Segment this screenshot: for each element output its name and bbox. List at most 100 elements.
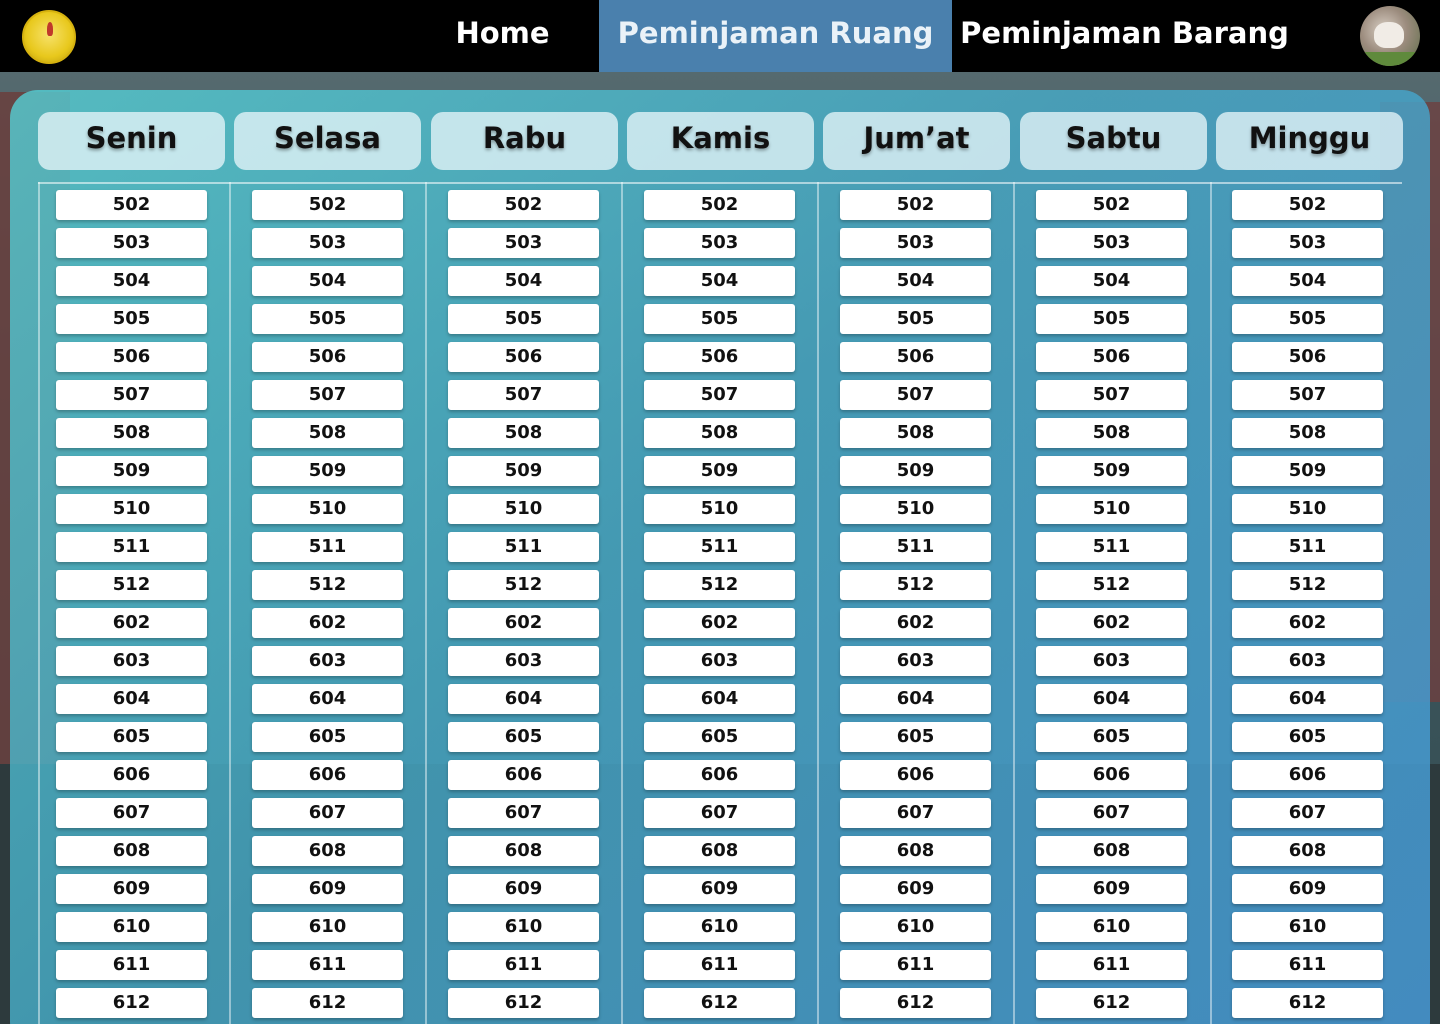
room-button[interactable]: 508: [448, 418, 599, 448]
room-button[interactable]: 612: [56, 988, 207, 1018]
room-button[interactable]: 509: [644, 456, 795, 486]
room-button[interactable]: 611: [840, 950, 991, 980]
room-button[interactable]: 508: [644, 418, 795, 448]
room-button[interactable]: 610: [644, 912, 795, 942]
room-button[interactable]: 603: [840, 646, 991, 676]
room-button[interactable]: 602: [448, 608, 599, 638]
room-button[interactable]: 608: [840, 836, 991, 866]
room-button[interactable]: 610: [840, 912, 991, 942]
room-button[interactable]: 507: [1232, 380, 1383, 410]
nav-peminjaman-barang[interactable]: Peminjaman Barang: [952, 0, 1297, 72]
room-button[interactable]: 502: [644, 190, 795, 220]
room-button[interactable]: 604: [56, 684, 207, 714]
room-button[interactable]: 609: [56, 874, 207, 904]
room-button[interactable]: 608: [644, 836, 795, 866]
room-button[interactable]: 610: [56, 912, 207, 942]
room-button[interactable]: 504: [252, 266, 403, 296]
room-button[interactable]: 602: [1232, 608, 1383, 638]
room-button[interactable]: 511: [1232, 532, 1383, 562]
room-button[interactable]: 609: [1232, 874, 1383, 904]
room-button[interactable]: 609: [1036, 874, 1187, 904]
room-button[interactable]: 610: [448, 912, 599, 942]
room-button[interactable]: 511: [840, 532, 991, 562]
room-button[interactable]: 512: [448, 570, 599, 600]
room-button[interactable]: 509: [252, 456, 403, 486]
room-button[interactable]: 611: [448, 950, 599, 980]
room-button[interactable]: 508: [56, 418, 207, 448]
room-button[interactable]: 511: [644, 532, 795, 562]
room-button[interactable]: 510: [840, 494, 991, 524]
room-button[interactable]: 503: [840, 228, 991, 258]
room-button[interactable]: 507: [252, 380, 403, 410]
room-button[interactable]: 508: [1036, 418, 1187, 448]
room-button[interactable]: 507: [56, 380, 207, 410]
room-button[interactable]: 609: [252, 874, 403, 904]
room-button[interactable]: 509: [840, 456, 991, 486]
room-button[interactable]: 609: [448, 874, 599, 904]
room-button[interactable]: 605: [1232, 722, 1383, 752]
room-button[interactable]: 510: [56, 494, 207, 524]
room-button[interactable]: 608: [1036, 836, 1187, 866]
room-button[interactable]: 605: [252, 722, 403, 752]
room-button[interactable]: 605: [644, 722, 795, 752]
room-button[interactable]: 505: [1036, 304, 1187, 334]
room-button[interactable]: 508: [840, 418, 991, 448]
room-button[interactable]: 512: [644, 570, 795, 600]
room-button[interactable]: 603: [1232, 646, 1383, 676]
room-button[interactable]: 509: [1232, 456, 1383, 486]
room-button[interactable]: 507: [1036, 380, 1187, 410]
room-button[interactable]: 608: [448, 836, 599, 866]
room-button[interactable]: 603: [56, 646, 207, 676]
room-button[interactable]: 612: [252, 988, 403, 1018]
room-button[interactable]: 610: [252, 912, 403, 942]
room-button[interactable]: 610: [1232, 912, 1383, 942]
room-button[interactable]: 503: [1232, 228, 1383, 258]
room-button[interactable]: 512: [1232, 570, 1383, 600]
room-button[interactable]: 502: [448, 190, 599, 220]
room-button[interactable]: 606: [1232, 760, 1383, 790]
room-button[interactable]: 604: [448, 684, 599, 714]
room-button[interactable]: 607: [644, 798, 795, 828]
room-button[interactable]: 603: [1036, 646, 1187, 676]
room-button[interactable]: 504: [1036, 266, 1187, 296]
room-button[interactable]: 604: [252, 684, 403, 714]
room-button[interactable]: 503: [448, 228, 599, 258]
room-button[interactable]: 602: [644, 608, 795, 638]
room-button[interactable]: 510: [644, 494, 795, 524]
nav-home[interactable]: Home: [430, 0, 575, 72]
room-button[interactable]: 509: [1036, 456, 1187, 486]
room-button[interactable]: 511: [1036, 532, 1187, 562]
room-button[interactable]: 612: [644, 988, 795, 1018]
room-button[interactable]: 506: [1036, 342, 1187, 372]
room-button[interactable]: 604: [1232, 684, 1383, 714]
room-button[interactable]: 511: [56, 532, 207, 562]
room-button[interactable]: 604: [1036, 684, 1187, 714]
room-button[interactable]: 606: [1036, 760, 1187, 790]
room-button[interactable]: 505: [840, 304, 991, 334]
room-button[interactable]: 503: [252, 228, 403, 258]
room-button[interactable]: 505: [56, 304, 207, 334]
room-button[interactable]: 510: [1232, 494, 1383, 524]
room-button[interactable]: 605: [448, 722, 599, 752]
user-avatar-icon[interactable]: [1360, 6, 1420, 66]
room-button[interactable]: 606: [644, 760, 795, 790]
room-button[interactable]: 611: [1036, 950, 1187, 980]
room-button[interactable]: 507: [840, 380, 991, 410]
room-button[interactable]: 505: [644, 304, 795, 334]
room-button[interactable]: 502: [252, 190, 403, 220]
room-button[interactable]: 611: [1232, 950, 1383, 980]
room-button[interactable]: 606: [56, 760, 207, 790]
room-button[interactable]: 510: [1036, 494, 1187, 524]
room-button[interactable]: 612: [448, 988, 599, 1018]
room-button[interactable]: 505: [1232, 304, 1383, 334]
room-button[interactable]: 605: [56, 722, 207, 752]
room-button[interactable]: 604: [840, 684, 991, 714]
room-button[interactable]: 504: [840, 266, 991, 296]
room-button[interactable]: 606: [252, 760, 403, 790]
room-button[interactable]: 502: [840, 190, 991, 220]
room-button[interactable]: 611: [56, 950, 207, 980]
room-button[interactable]: 512: [56, 570, 207, 600]
room-button[interactable]: 512: [252, 570, 403, 600]
room-button[interactable]: 612: [840, 988, 991, 1018]
room-button[interactable]: 605: [1036, 722, 1187, 752]
